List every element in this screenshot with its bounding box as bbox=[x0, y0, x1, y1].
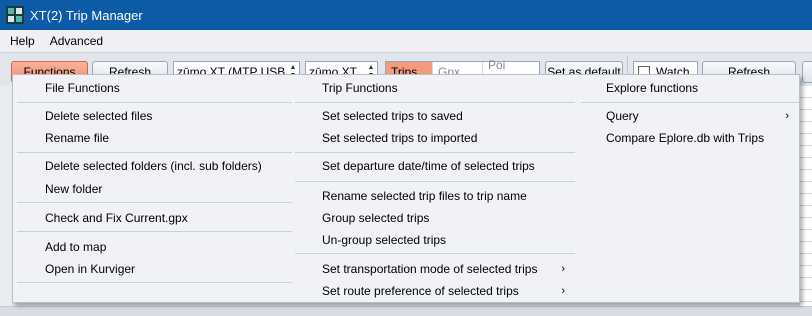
menu-item-delete-folders[interactable]: Delete selected folders (incl. sub folde… bbox=[17, 156, 292, 176]
toolbar-overflow-button[interactable] bbox=[802, 61, 812, 83]
menu-item-add-to-map[interactable]: Add to map bbox=[17, 237, 292, 257]
menu-separator bbox=[295, 181, 575, 182]
trip-functions-header: Trip Functions bbox=[322, 81, 398, 95]
menu-bar: Help Advanced bbox=[0, 30, 812, 52]
menu-item-ungroup-trips[interactable]: Un-group selected trips bbox=[295, 230, 575, 250]
menu-item-rename-trip-files[interactable]: Rename selected trip files to trip name bbox=[295, 186, 575, 206]
right-grid-edge bbox=[800, 86, 812, 316]
file-functions-header: File Functions bbox=[45, 81, 120, 95]
window-title: XT(2) Trip Manager bbox=[30, 7, 143, 23]
menu-item-query-label: Query bbox=[606, 109, 639, 123]
menu-item-transport-mode-label: Set transportation mode of selected trip… bbox=[322, 262, 538, 276]
menu-item-route-preference-label: Set route preference of selected trips bbox=[322, 284, 519, 298]
app-icon bbox=[6, 6, 24, 24]
menu-separator bbox=[17, 282, 292, 283]
menu-separator bbox=[17, 102, 292, 103]
menu-separator bbox=[295, 253, 575, 254]
menu-advanced[interactable]: Advanced bbox=[45, 34, 108, 48]
menu-separator bbox=[17, 202, 292, 203]
menu-separator bbox=[295, 102, 575, 103]
menu-item-transport-mode[interactable]: Set transportation mode of selected trip… bbox=[295, 259, 575, 279]
submenu-arrow-icon: › bbox=[561, 285, 565, 297]
menu-item-set-trips-saved[interactable]: Set selected trips to saved bbox=[295, 106, 575, 126]
menu-item-check-fix-gpx[interactable]: Check and Fix Current.gpx bbox=[17, 208, 292, 228]
functions-dropdown-menu: File Functions Delete selected files Ren… bbox=[12, 74, 800, 303]
menu-separator bbox=[295, 152, 575, 153]
status-row bbox=[0, 306, 812, 316]
menu-item-open-kurviger[interactable]: Open in Kurviger bbox=[17, 259, 292, 279]
menu-item-delete-files[interactable]: Delete selected files bbox=[17, 106, 292, 126]
submenu-arrow-icon: › bbox=[561, 263, 565, 275]
menu-help[interactable]: Help bbox=[5, 34, 40, 48]
menu-item-compare-explore-db[interactable]: Compare Eplore.db with Trips bbox=[581, 128, 799, 148]
menu-separator bbox=[581, 102, 799, 103]
menu-separator bbox=[17, 231, 292, 232]
menu-item-set-departure[interactable]: Set departure date/time of selected trip… bbox=[295, 156, 575, 176]
submenu-arrow-icon: › bbox=[785, 110, 789, 122]
menu-item-set-trips-imported[interactable]: Set selected trips to imported bbox=[295, 128, 575, 148]
menu-item-rename-file[interactable]: Rename file bbox=[17, 128, 292, 148]
menu-item-query[interactable]: Query › bbox=[581, 106, 799, 126]
explore-functions-header: Explore functions bbox=[606, 81, 699, 95]
left-panel-edge bbox=[0, 86, 12, 316]
menu-separator bbox=[17, 152, 292, 153]
menu-item-route-preference[interactable]: Set route preference of selected trips › bbox=[295, 281, 575, 301]
title-bar: XT(2) Trip Manager bbox=[0, 0, 812, 30]
menu-item-group-trips[interactable]: Group selected trips bbox=[295, 208, 575, 228]
menu-item-new-folder[interactable]: New folder bbox=[17, 179, 292, 199]
